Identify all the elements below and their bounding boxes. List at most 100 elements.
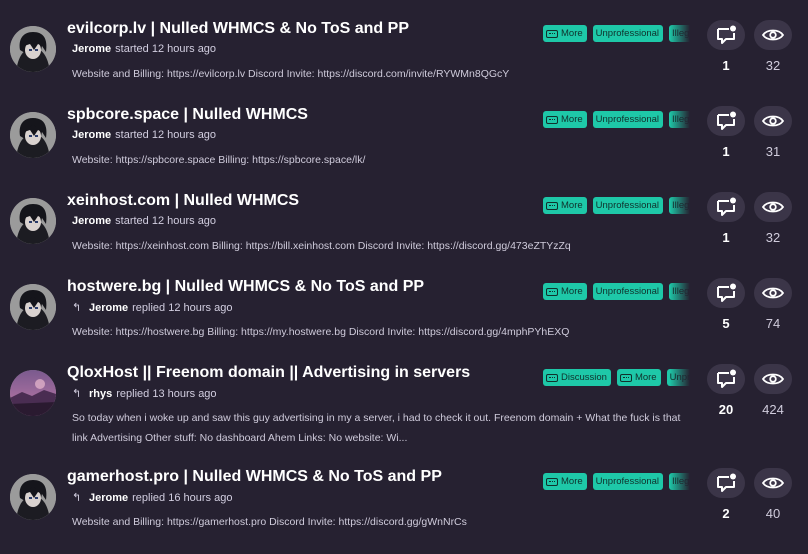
tag-unprofessional[interactable]: Unprofessional	[592, 25, 664, 42]
tag-more[interactable]: More	[543, 283, 587, 300]
tag-label: More	[561, 476, 583, 487]
tag-illegal[interactable]: Illegal	[669, 197, 690, 214]
tag-label: Unprofessional	[595, 200, 660, 211]
replies-icon[interactable]	[707, 192, 745, 222]
topic-time: started 12 hours ago	[115, 215, 217, 227]
tag-more[interactable]: More	[543, 25, 587, 42]
replies-icon[interactable]	[707, 20, 745, 50]
tag-label: Unprofessional	[595, 286, 660, 297]
avatar[interactable]	[10, 474, 56, 520]
views-stat: 424	[753, 364, 793, 417]
views-stat: 31	[753, 106, 793, 159]
replies-icon[interactable]	[707, 278, 745, 308]
tag-label: More	[561, 28, 583, 39]
topic-snippet: Website: https://hostwere.bg Billing: ht…	[72, 326, 570, 338]
topic-title[interactable]: evilcorp.lv | Nulled WHMCS & No ToS and …	[67, 20, 409, 38]
views-stat: 32	[753, 20, 793, 73]
tag-more[interactable]: More	[616, 369, 661, 386]
replies-stat: 2	[706, 468, 746, 521]
replies-icon[interactable]	[707, 106, 745, 136]
views-count: 32	[765, 230, 781, 245]
topic-time: started 12 hours ago	[115, 43, 217, 55]
topic-time: replied 12 hours ago	[132, 301, 233, 314]
views-stat: 40	[753, 468, 793, 521]
replies-count: 1	[722, 58, 730, 73]
tag-unprofessional[interactable]: Unprofessional	[592, 111, 664, 128]
replies-count: 1	[722, 144, 730, 159]
topic-time: started 12 hours ago	[115, 129, 217, 141]
views-count: 424	[762, 402, 784, 417]
topic-meta: ↰ Jerome replied 12 hours ago	[72, 301, 233, 315]
topic-meta: ↰ Jerome replied 16 hours ago	[72, 491, 232, 505]
tag-label: More	[561, 200, 583, 211]
author-name[interactable]: Jerome	[72, 215, 111, 227]
eye-icon	[754, 468, 792, 498]
tag-label: Illegal	[672, 28, 690, 39]
replies-icon[interactable]	[707, 468, 745, 498]
author-name[interactable]: Jerome	[72, 43, 111, 55]
topic-title[interactable]: gamerhost.pro | Nulled WHMCS & No ToS an…	[67, 468, 442, 486]
replies-icon[interactable]	[707, 364, 745, 394]
tag-label: Unprofessional	[595, 28, 660, 39]
tag-illegal[interactable]: Illegal	[669, 111, 690, 128]
topic-time: replied 13 hours ago	[116, 387, 217, 400]
eye-icon	[754, 364, 792, 394]
topic-title[interactable]: hostwere.bg | Nulled WHMCS & No ToS and …	[67, 278, 424, 296]
views-stat: 74	[753, 278, 793, 331]
tag-label: Illegal	[672, 114, 690, 125]
topic-row-4[interactable]: hostwere.bg | Nulled WHMCS & No ToS and …	[0, 278, 808, 364]
avatar[interactable]	[10, 198, 56, 244]
replies-stat: 20	[706, 364, 746, 417]
eye-icon	[754, 20, 792, 50]
avatar[interactable]	[10, 112, 56, 158]
avatar[interactable]	[10, 26, 56, 72]
topic-title[interactable]: QloxHost || Freenom domain || Advertisin…	[67, 364, 470, 382]
views-count: 32	[765, 58, 781, 73]
topic-row-3[interactable]: xeinhost.com | Nulled WHMCS Jerome start…	[0, 192, 808, 278]
tag-discussion[interactable]: Discussion	[543, 369, 611, 386]
views-count: 74	[765, 316, 781, 331]
topic-snippet: Website and Billing: https://evilcorp.lv…	[72, 68, 510, 80]
tag-unprofessional[interactable]: Unprofessional	[666, 369, 690, 386]
tag-unprofessional[interactable]: Unprofessional	[592, 197, 664, 214]
author-name[interactable]: Jerome	[89, 302, 128, 314]
tag-label: More	[561, 286, 583, 297]
topic-title[interactable]: xeinhost.com | Nulled WHMCS	[67, 192, 299, 210]
topic-snippet: Website: https://xeinhost.com Billing: h…	[72, 240, 571, 252]
tag-label: Illegal	[672, 476, 690, 487]
replies-count: 5	[722, 316, 730, 331]
author-name[interactable]: Jerome	[89, 492, 128, 504]
topic-snippet: So today when i woke up and saw this guy…	[72, 412, 681, 444]
tag-label: More	[634, 372, 657, 383]
tag-more[interactable]: More	[543, 473, 587, 490]
tag-unprofessional[interactable]: Unprofessional	[592, 473, 664, 490]
topic-title[interactable]: spbcore.space | Nulled WHMCS	[67, 106, 308, 124]
eye-icon	[754, 192, 792, 222]
topic-row-2[interactable]: spbcore.space | Nulled WHMCS Jerome star…	[0, 106, 808, 192]
tag-more[interactable]: More	[543, 111, 587, 128]
author-name[interactable]: rhys	[89, 388, 112, 400]
tag-unprofessional[interactable]: Unprofessional	[592, 283, 664, 300]
replies-stat: 1	[706, 20, 746, 73]
tag-more[interactable]: More	[543, 197, 587, 214]
reply-icon: ↰	[72, 302, 82, 314]
topic-row-1[interactable]: evilcorp.lv | Nulled WHMCS & No ToS and …	[0, 20, 808, 106]
topic-snippet: Website: https://spbcore.space Billing: …	[72, 154, 366, 166]
more-icon	[619, 373, 632, 382]
eye-icon	[754, 106, 792, 136]
topic-tags: More Unprofessional Illegal	[543, 111, 690, 128]
tag-label: More	[561, 114, 583, 125]
tag-illegal[interactable]: Illegal	[669, 25, 690, 42]
tag-illegal[interactable]: Illegal	[669, 473, 690, 490]
topic-row-5[interactable]: QloxHost || Freenom domain || Advertisin…	[0, 364, 808, 450]
replies-stat: 5	[706, 278, 746, 331]
author-name[interactable]: Jerome	[72, 129, 111, 141]
avatar[interactable]	[10, 370, 56, 416]
tag-illegal[interactable]: Illegal	[669, 283, 690, 300]
views-stat: 32	[753, 192, 793, 245]
topic-meta: ↰ rhys replied 13 hours ago	[72, 387, 217, 401]
avatar[interactable]	[10, 284, 56, 330]
topic-tags: Discussion More Unprofessional	[543, 369, 690, 386]
reply-icon: ↰	[72, 388, 82, 400]
topic-row-6[interactable]: gamerhost.pro | Nulled WHMCS & No ToS an…	[0, 468, 808, 554]
